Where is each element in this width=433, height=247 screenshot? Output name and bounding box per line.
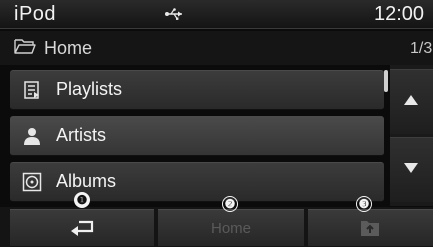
bottom-bar: Home xyxy=(0,207,433,247)
clock: 12:00 xyxy=(374,3,425,25)
home-button[interactable]: Home xyxy=(158,209,304,246)
scroll-up-button[interactable] xyxy=(390,69,433,134)
app-title: iPod xyxy=(14,3,57,25)
list-item-artists[interactable]: Artists xyxy=(10,116,384,156)
list-item-albums[interactable]: Albums xyxy=(10,162,384,202)
back-button[interactable] xyxy=(10,209,154,246)
path-bar: Home 1/3 xyxy=(0,31,433,65)
triangle-up-icon xyxy=(404,95,418,105)
album-icon xyxy=(22,172,42,192)
callout-1: ❶ xyxy=(74,192,90,208)
usb-icon xyxy=(165,8,182,20)
callout-3: ❸ xyxy=(356,196,372,212)
triangle-down-icon xyxy=(404,163,418,173)
path-label: Home xyxy=(44,38,93,58)
scroll-down-button[interactable] xyxy=(390,137,433,202)
folder-up-button[interactable] xyxy=(308,209,433,246)
back-arrow-icon xyxy=(71,220,94,236)
list-item-label: Albums xyxy=(56,171,117,191)
playlist-icon xyxy=(24,81,39,99)
status-bar: iPod 12:00 xyxy=(0,0,433,29)
scroll-indicator[interactable] xyxy=(384,70,388,92)
browse-list: Playlists Artists Albums xyxy=(10,70,384,208)
list-item-playlists[interactable]: Playlists xyxy=(10,70,384,110)
folder-open-icon xyxy=(14,39,36,54)
list-item-label: Artists xyxy=(56,125,107,145)
folder-up-icon xyxy=(361,221,379,236)
home-button-label: Home xyxy=(210,220,251,237)
list-item-label: Playlists xyxy=(56,79,123,99)
callout-2: ❷ xyxy=(222,196,238,212)
scroll-column xyxy=(390,65,433,206)
artist-icon xyxy=(24,128,40,145)
page-indicator: 1/3 xyxy=(410,40,433,57)
ipod-screen: iPod 12:00 Home 1/3 Playlists Artists Al… xyxy=(0,0,433,247)
